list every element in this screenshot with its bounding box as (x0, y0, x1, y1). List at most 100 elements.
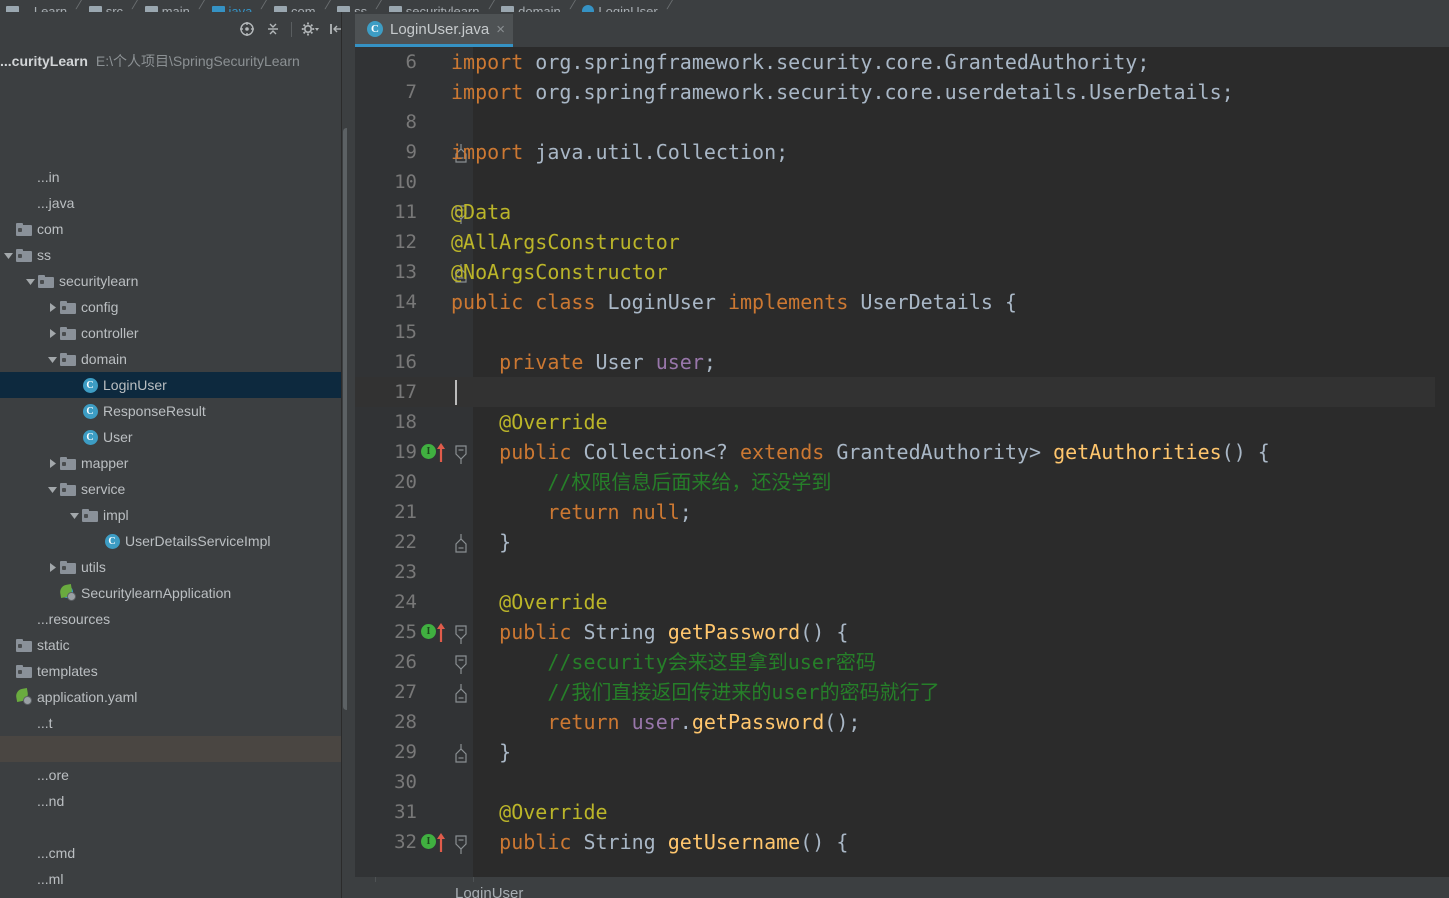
code-line-11[interactable]: 11 @Data (355, 197, 1449, 227)
code-line-15[interactable]: 15 (355, 317, 1449, 347)
tree-item-controller[interactable]: controller (0, 320, 341, 346)
tree-item-impl[interactable]: impl (0, 502, 341, 528)
tree-item-...ml[interactable]: ...ml (0, 866, 341, 892)
code-line-6[interactable]: 6 import org.springframework.security.cor… (355, 47, 1449, 77)
code-line-12[interactable]: 12 @AllArgsConstructor (355, 227, 1449, 257)
chevron-down-icon[interactable] (66, 507, 82, 523)
tree-item-service[interactable]: service (0, 476, 341, 502)
line-number[interactable]: 17 (355, 377, 417, 407)
breadcrumb-item-ss[interactable]: ss (331, 0, 377, 12)
implements-marker-icon[interactable]: I (421, 444, 436, 459)
line-number[interactable]: 13 (355, 257, 417, 287)
tree-item-...in[interactable]: ...in (0, 164, 341, 190)
tree-item-ss[interactable]: ss (0, 242, 341, 268)
code-line-18[interactable]: 18 @Override (355, 407, 1449, 437)
code-line-20[interactable]: 20 //权限信息后面来给，还没学到 (355, 467, 1449, 497)
line-number[interactable]: 26 (355, 647, 417, 677)
line-number[interactable]: 25 (355, 617, 417, 647)
line-number[interactable]: 15 (355, 317, 417, 347)
line-number[interactable]: 27 (355, 677, 417, 707)
line-number[interactable]: 11 (355, 197, 417, 227)
line-number[interactable]: 30 (355, 767, 417, 797)
settings-gear-icon[interactable] (297, 16, 323, 42)
line-number[interactable]: 8 (355, 107, 417, 137)
code-line-29[interactable]: 29 } (355, 737, 1449, 767)
editor-tab-loginuser[interactable]: C LoginUser.java × (355, 14, 513, 47)
code-line-14[interactable]: 14 public class LoginUser implements User… (355, 287, 1449, 317)
tree-item-loginuser[interactable]: C LoginUser (0, 372, 341, 398)
line-number[interactable]: 22 (355, 527, 417, 557)
line-number[interactable]: 24 (355, 587, 417, 617)
chevron-right-icon[interactable] (44, 559, 60, 575)
code-line-7[interactable]: 7 import org.springframework.security.cor… (355, 77, 1449, 107)
chevron-down-icon[interactable] (22, 273, 38, 289)
tree-item-securitylearnapplication[interactable]: SecuritylearnApplication (0, 580, 341, 606)
line-number[interactable]: 28 (355, 707, 417, 737)
tree-item-...resources[interactable]: ...resources (0, 606, 341, 632)
line-number[interactable]: 19 (355, 437, 417, 467)
tree-item-...t[interactable]: ...t (0, 710, 341, 736)
code-line-24[interactable]: 24 @Override (355, 587, 1449, 617)
code-line-30[interactable]: 30 (355, 767, 1449, 797)
code-line-10[interactable]: 10 (355, 167, 1449, 197)
code-line-22[interactable]: 22 } (355, 527, 1449, 557)
line-number[interactable]: 6 (355, 47, 417, 77)
code-line-9[interactable]: 9 import java.util.Collection; (355, 137, 1449, 167)
breadcrumb-item-securitylearn[interactable]: securitylearn (383, 0, 490, 12)
tree-item-static[interactable]: static (0, 632, 341, 658)
code-line-16[interactable]: 16 private User user; (355, 347, 1449, 377)
tree-item-...ore[interactable]: ...ore (0, 762, 341, 788)
implements-marker-icon[interactable]: I (421, 624, 436, 639)
tree-item-utils[interactable]: utils (0, 554, 341, 580)
chevron-right-icon[interactable] (44, 325, 60, 341)
code-line-21[interactable]: 21 return null; (355, 497, 1449, 527)
code-line-27[interactable]: 27 //我们直接返回传进来的user的密码就行了 (355, 677, 1449, 707)
tree-item-templates[interactable]: templates (0, 658, 341, 684)
code-line-32[interactable]: 32 I public String getUsername() { (355, 827, 1449, 857)
line-number[interactable]: 23 (355, 557, 417, 587)
line-number[interactable]: 18 (355, 407, 417, 437)
tree-item-mapper[interactable]: mapper (0, 450, 341, 476)
code-line-13[interactable]: 13 @NoArgsConstructor (355, 257, 1449, 287)
chevron-down-icon[interactable] (44, 481, 60, 497)
line-number[interactable]: 21 (355, 497, 417, 527)
breadcrumb-item-loginuser[interactable]: LoginUser (576, 0, 667, 12)
tree-item-userdetailsserviceimpl[interactable]: C UserDetailsServiceImpl (0, 528, 341, 554)
line-number[interactable]: 20 (355, 467, 417, 497)
implementing-method-gutter-icon[interactable]: I (421, 443, 451, 462)
breadcrumb-item-main[interactable]: main (139, 0, 200, 12)
code-line-23[interactable]: 23 (355, 557, 1449, 587)
close-icon[interactable]: × (496, 22, 505, 37)
implementing-method-gutter-icon[interactable]: I (421, 833, 451, 852)
line-number[interactable]: 7 (355, 77, 417, 107)
code-editor[interactable]: 6 import org.springframework.security.cor… (355, 47, 1449, 877)
code-line-28[interactable]: 28 return user.getPassword(); (355, 707, 1449, 737)
code-content[interactable]: 6 import org.springframework.security.cor… (355, 47, 1449, 877)
project-tree[interactable]: ...in ...java com ss securitylearn config cont… (0, 164, 341, 892)
code-line-19[interactable]: 19 I public Collection<? extends GrantedA… (355, 437, 1449, 467)
tree-item-securitylearn[interactable]: securitylearn (0, 268, 341, 294)
tree-item[interactable] (0, 814, 341, 840)
bottom-breadcrumb-label[interactable]: LoginUser (455, 885, 523, 898)
tree-item-domain[interactable]: domain (0, 346, 341, 372)
chevron-right-icon[interactable] (44, 455, 60, 471)
line-number[interactable]: 31 (355, 797, 417, 827)
tree-item-...cmd[interactable]: ...cmd (0, 840, 341, 866)
breadcrumb-item-com[interactable]: com (268, 0, 326, 12)
navigation-breadcrumb-bar[interactable]: ...Learn / src / main / java / com / ss / securityle… (0, 0, 1449, 12)
chevron-right-icon[interactable] (44, 299, 60, 315)
code-line-25[interactable]: 25 I public String getPassword() { (355, 617, 1449, 647)
implementing-method-gutter-icon[interactable]: I (421, 623, 451, 642)
tree-item-config[interactable]: config (0, 294, 341, 320)
tree-item-application.yaml[interactable]: application.yaml (0, 684, 341, 710)
line-number[interactable]: 29 (355, 737, 417, 767)
breadcrumb-item-java[interactable]: java (206, 0, 263, 12)
line-number[interactable]: 9 (355, 137, 417, 167)
tree-item-responseresult[interactable]: C ResponseResult (0, 398, 341, 424)
tree-item[interactable] (0, 736, 341, 762)
chevron-down-icon[interactable] (0, 247, 16, 263)
breadcrumb-item-src[interactable]: src (83, 0, 133, 12)
code-line-8[interactable]: 8 (355, 107, 1449, 137)
project-root-header[interactable]: ...curityLearn E:\个人项目\SpringSecurityLea… (0, 48, 341, 74)
line-number[interactable]: 10 (355, 167, 417, 197)
